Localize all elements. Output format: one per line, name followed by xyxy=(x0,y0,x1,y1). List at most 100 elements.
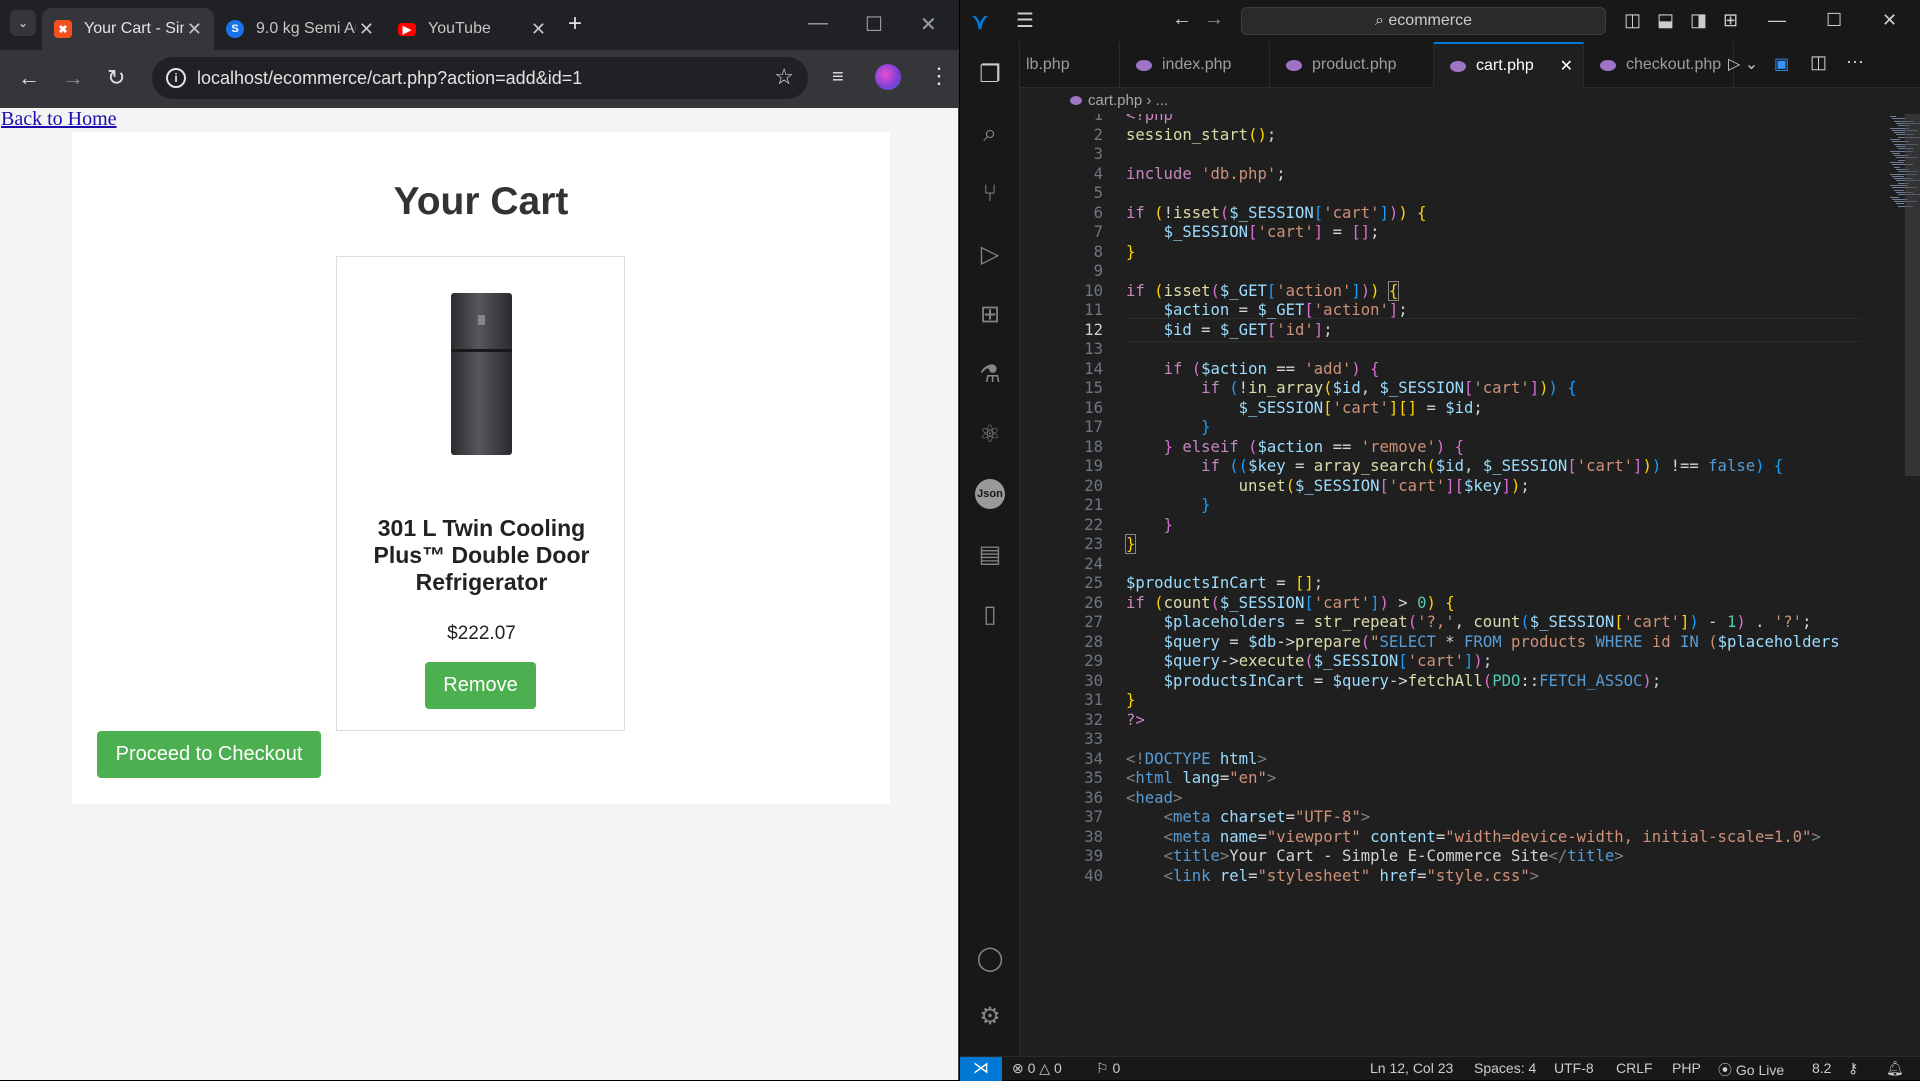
browser-tab-washer[interactable]: S 9.0 kg Semi Autom ✕ xyxy=(214,8,386,50)
status-bar: ⋊ ⊗ 0 △ 0 ⚐ 0 Ln 12, Col 23 Spaces: 4 UT… xyxy=(960,1056,1920,1081)
ports-count: 0 xyxy=(1112,1060,1121,1076)
minimap-line xyxy=(1892,152,1900,154)
remote-indicator-icon[interactable]: ⋊ xyxy=(960,1057,1002,1081)
command-center-search[interactable]: ⌕ ecommerce xyxy=(1241,7,1606,35)
nav-back-icon[interactable]: ← xyxy=(1172,8,1192,31)
wrench-icon[interactable]: ⚷ xyxy=(1848,1060,1858,1077)
minimap-line xyxy=(1890,162,1904,163)
browser-tab-cart[interactable]: ✖ Your Cart - Simple ✕ xyxy=(42,8,214,50)
php-version[interactable]: 8.2 xyxy=(1812,1060,1831,1076)
ports-indicator[interactable]: ⚐ 0 xyxy=(1096,1060,1120,1077)
editor-tabs: lb.php index.php product.php cart.php ✕ c… xyxy=(1020,42,1920,88)
more-menu-icon[interactable]: ⋮ xyxy=(928,63,950,89)
new-tab-button[interactable]: + xyxy=(568,10,582,38)
close-window-icon[interactable]: ✕ xyxy=(1882,10,1897,31)
tab-cart-php[interactable]: cart.php ✕ xyxy=(1434,42,1584,88)
close-tab-icon[interactable]: ✕ xyxy=(531,19,546,40)
browser-tab-youtube[interactable]: ▶ YouTube ✕ xyxy=(386,8,558,50)
page-title: Your Cart xyxy=(393,180,569,223)
run-debug-icon[interactable]: ▷ xyxy=(970,234,1010,274)
editor-scrollbar[interactable] xyxy=(1905,114,1920,476)
breadcrumb-more[interactable]: ... xyxy=(1156,92,1169,109)
url-text[interactable]: localhost/ecommerce/cart.php?action=add&… xyxy=(197,68,582,89)
vscode-titlebar: ⋎ ☰ ← → ⌕ ecommerce ◫ ⬓ ◨ ⊞ — ☐ ✕ xyxy=(960,0,1920,42)
close-tab-icon[interactable]: ✕ xyxy=(1560,56,1573,76)
device-icon[interactable]: ▯ xyxy=(970,594,1010,634)
close-window-icon[interactable]: ✕ xyxy=(920,12,937,37)
maximize-icon[interactable]: ☐ xyxy=(1826,10,1842,31)
bookmark-star-icon[interactable]: ☆ xyxy=(774,64,794,90)
language-mode[interactable]: PHP xyxy=(1672,1060,1701,1076)
activity-bar: ❐ ⌕ ⑂ ▷ ⊞ ⚗ ⚛ Json ▤ ▯ ◯ ⚙ xyxy=(960,42,1020,1056)
browser-tab-strip: ⌄ ✖ Your Cart - Simple ✕ S 9.0 kg Semi A… xyxy=(0,0,959,50)
tab-title: YouTube xyxy=(428,20,491,37)
notifications-bell-icon[interactable]: 🔔︎ xyxy=(1886,1060,1904,1077)
problems-indicator[interactable]: ⊗ 0 △ 0 xyxy=(1012,1060,1062,1077)
toggle-secondary-sidebar-icon[interactable]: ◨ xyxy=(1690,10,1707,31)
more-actions-icon[interactable]: ⋯ xyxy=(1846,52,1864,73)
json-icon[interactable]: Json xyxy=(970,474,1010,514)
open-preview-icon[interactable]: ▣ xyxy=(1774,54,1789,74)
line-endings[interactable]: CRLF xyxy=(1616,1060,1653,1076)
testing-icon[interactable]: ⚗ xyxy=(970,354,1010,394)
tab-product-php[interactable]: product.php xyxy=(1270,42,1434,88)
php-file-icon xyxy=(1136,59,1152,71)
warning-count: 0 xyxy=(1053,1060,1062,1076)
reload-icon[interactable]: ↻ xyxy=(107,66,125,90)
tab-index-php[interactable]: index.php xyxy=(1120,42,1270,88)
toggle-primary-sidebar-icon[interactable]: ◫ xyxy=(1624,10,1641,31)
code-editor[interactable]: 1 <?php 2 session_start(); 3 4 include 'db.php… xyxy=(1020,114,1860,1056)
tab-checkout-php[interactable]: checkout.php xyxy=(1584,42,1734,88)
tab-search-button[interactable]: ⌄ xyxy=(10,10,36,36)
php-file-icon xyxy=(1450,60,1466,72)
code-line: <link rel="stylesheet" href="style.css"> xyxy=(1163,866,1540,885)
react-icon[interactable]: ⚛ xyxy=(970,414,1010,454)
panels-icon[interactable]: ▤ xyxy=(970,534,1010,574)
php-file-icon xyxy=(1070,96,1082,105)
back-to-home-link[interactable]: Back to Home xyxy=(1,108,117,131)
minimize-icon[interactable]: — xyxy=(1768,10,1786,31)
product-image xyxy=(451,293,512,455)
encoding[interactable]: UTF-8 xyxy=(1554,1060,1594,1076)
split-editor-icon[interactable]: ◫ xyxy=(1810,52,1827,73)
broadcast-icon: ⦿ xyxy=(1718,1062,1736,1078)
proceed-to-checkout-button[interactable]: Proceed to Checkout xyxy=(97,731,321,778)
close-tab-icon[interactable]: ✕ xyxy=(359,19,374,40)
nav-forward-icon[interactable]: → xyxy=(1204,8,1224,31)
run-file-icon[interactable]: ▷ ⌄ xyxy=(1728,54,1758,74)
source-control-icon[interactable]: ⑂ xyxy=(970,174,1010,214)
customize-layout-icon[interactable]: ⊞ xyxy=(1723,10,1738,31)
accounts-icon[interactable]: ◯ xyxy=(970,938,1010,978)
tab-label: product.php xyxy=(1312,56,1397,73)
product-price: $222.07 xyxy=(447,623,516,644)
extensions-icon[interactable]: ⊞ xyxy=(970,294,1010,334)
maximize-icon[interactable]: ☐ xyxy=(865,12,883,37)
php-file-icon xyxy=(1600,59,1616,71)
menu-hamburger-icon[interactable]: ☰ xyxy=(1016,8,1034,33)
vscode-logo-icon: ⋎ xyxy=(972,9,989,34)
indentation[interactable]: Spaces: 4 xyxy=(1474,1060,1536,1076)
forward-arrow-icon[interactable]: → xyxy=(62,66,84,90)
tab-lb-php[interactable]: lb.php xyxy=(1020,42,1120,88)
address-bar[interactable]: i localhost/ecommerce/cart.php?action=ad… xyxy=(152,57,808,99)
breadcrumb-file[interactable]: cart.php xyxy=(1088,92,1142,109)
go-live-button[interactable]: ⦿ Go Live xyxy=(1718,1060,1784,1080)
youtube-icon: ▶ xyxy=(398,22,416,36)
minimap-line xyxy=(1894,166,1900,168)
media-controls-icon[interactable]: ≡ xyxy=(832,66,844,89)
explorer-icon[interactable]: ❐ xyxy=(970,54,1010,94)
profile-avatar[interactable] xyxy=(875,64,901,90)
close-tab-icon[interactable]: ✕ xyxy=(187,19,202,40)
code-line: } xyxy=(1124,534,1137,554)
cursor-position[interactable]: Ln 12, Col 23 xyxy=(1370,1060,1453,1076)
settings-gear-icon[interactable]: ⚙ xyxy=(970,996,1010,1036)
search-icon[interactable]: ⌕ xyxy=(970,114,1010,154)
back-arrow-icon[interactable]: ← xyxy=(18,66,40,90)
minimap-line xyxy=(1894,132,1905,134)
minimize-icon[interactable]: — xyxy=(808,12,828,35)
site-info-icon[interactable]: i xyxy=(166,68,186,88)
toggle-panel-icon[interactable]: ⬓ xyxy=(1657,10,1674,31)
remove-button[interactable]: Remove xyxy=(425,662,536,709)
minimap-line xyxy=(1898,159,1905,161)
tab-title: 9.0 kg Semi Autom xyxy=(256,20,356,37)
